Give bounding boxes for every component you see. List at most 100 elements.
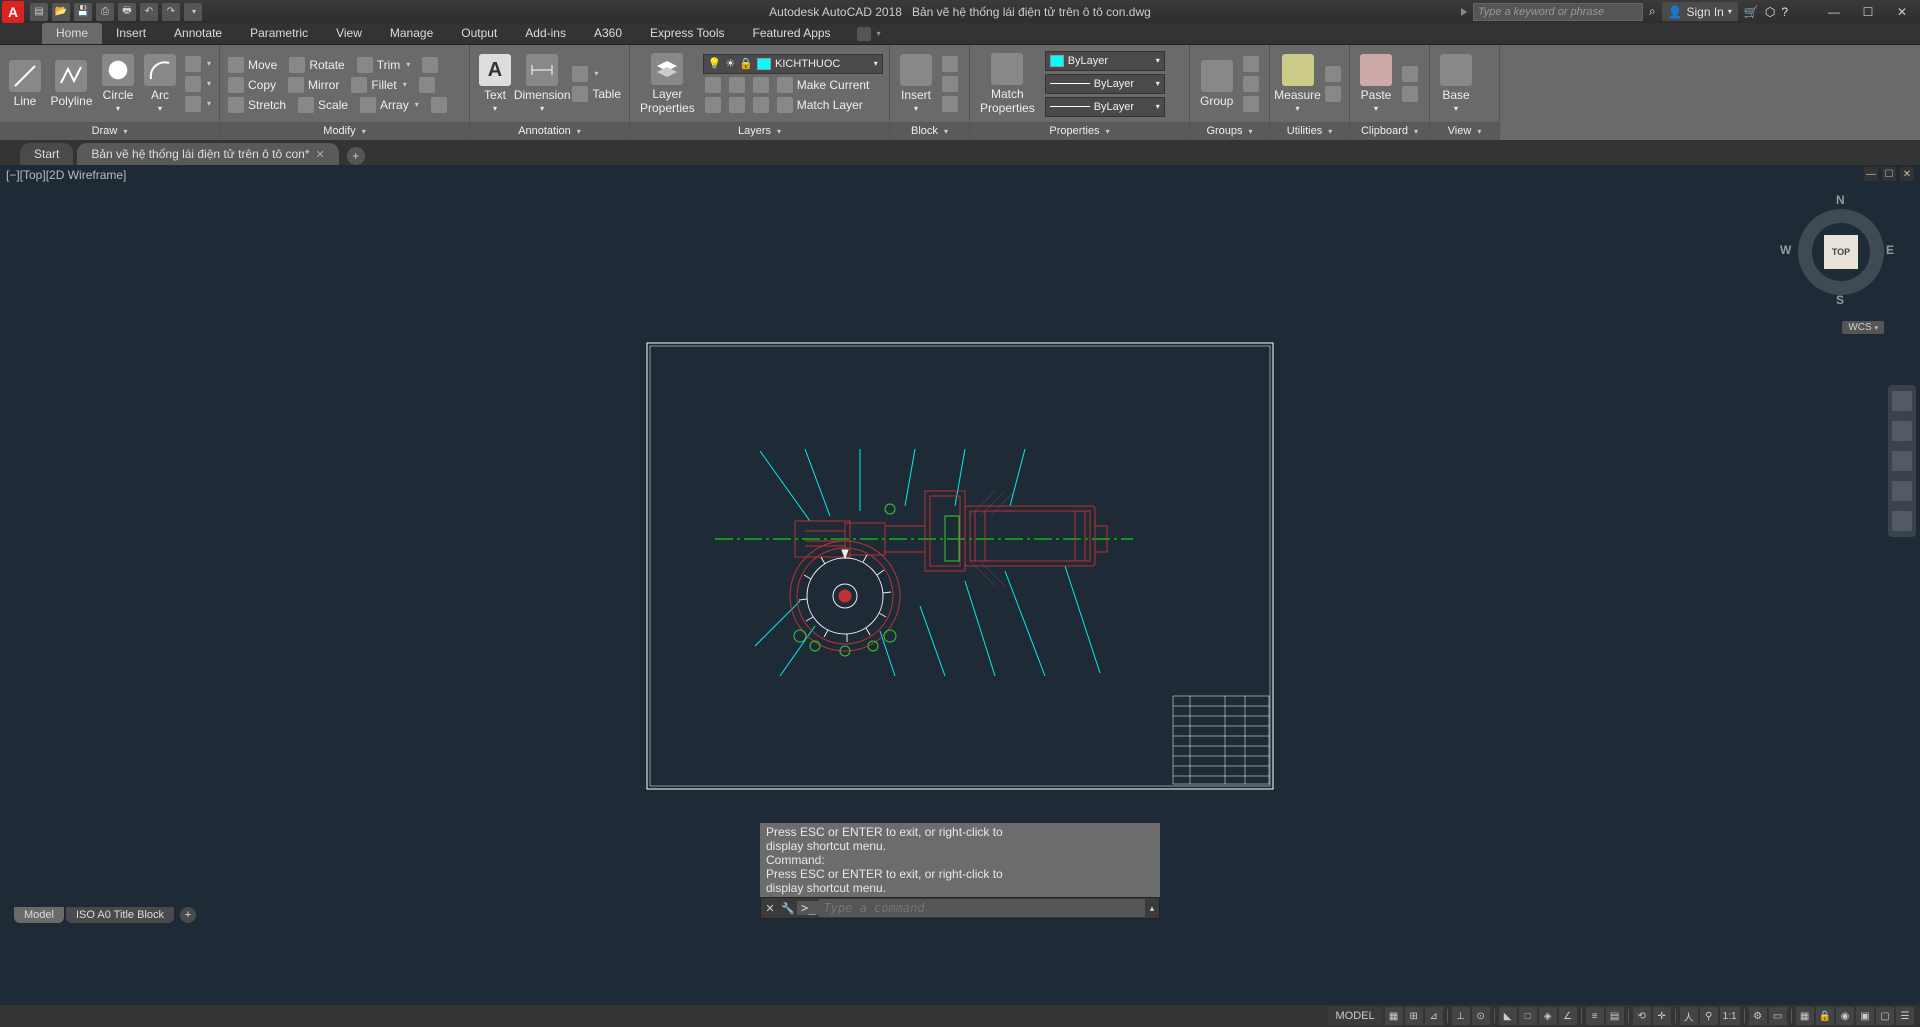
erase-button[interactable] xyxy=(420,56,440,74)
layer-tool1-button[interactable] xyxy=(703,76,723,94)
doc-tab-start[interactable]: Start xyxy=(20,143,73,165)
offset-button[interactable] xyxy=(429,96,449,114)
tab-addins[interactable]: Add-ins xyxy=(511,23,580,44)
utilities-panel-title[interactable]: Utilities xyxy=(1270,122,1349,140)
tab-express-tools[interactable]: Express Tools xyxy=(636,23,738,44)
explode-button[interactable] xyxy=(417,76,437,94)
tab-annotate[interactable]: Annotate xyxy=(160,23,236,44)
layer-tool5-button[interactable] xyxy=(727,96,747,114)
qat-customize-icon[interactable] xyxy=(184,3,202,21)
copy-clip-button[interactable] xyxy=(1400,85,1420,103)
tab-insert[interactable]: Insert xyxy=(102,23,160,44)
annotation-panel-title[interactable]: Annotation xyxy=(470,122,629,140)
status-lweight-icon[interactable]: ≡ xyxy=(1586,1007,1604,1025)
orbit-icon[interactable] xyxy=(1892,481,1912,501)
polyline-button[interactable]: Polyline xyxy=(48,58,95,110)
qat-undo-icon[interactable]: ↶ xyxy=(140,3,158,21)
status-ortho-icon[interactable]: ⊥ xyxy=(1452,1007,1470,1025)
layout-tab-iso[interactable]: ISO A0 Title Block xyxy=(66,907,174,923)
ellipse-button[interactable] xyxy=(183,75,213,93)
status-lock-icon[interactable]: 🔒 xyxy=(1816,1007,1834,1025)
rotate-button[interactable]: Rotate xyxy=(287,56,346,74)
leader-button[interactable] xyxy=(570,65,623,83)
add-doc-tab-button[interactable]: + xyxy=(347,147,365,165)
qat-saveas-icon[interactable]: ⎙ xyxy=(96,3,114,21)
copy-button[interactable]: Copy xyxy=(226,76,278,94)
layer-tool3-button[interactable] xyxy=(751,76,771,94)
tab-manage[interactable]: Manage xyxy=(376,23,447,44)
measure-button[interactable]: Measure▾ xyxy=(1276,52,1319,115)
vp-minimize-icon[interactable]: — xyxy=(1864,167,1878,181)
command-input[interactable] xyxy=(819,899,1145,917)
status-annoscale-icon[interactable]: 人 xyxy=(1680,1007,1698,1025)
status-units-icon[interactable]: ▭ xyxy=(1769,1007,1787,1025)
status-scale-label[interactable]: 1:1 xyxy=(1720,1007,1740,1025)
hatch-button[interactable] xyxy=(183,95,213,113)
color-dropdown[interactable]: ByLayer▾ xyxy=(1045,51,1165,71)
layer-tool6-button[interactable] xyxy=(751,96,771,114)
wcs-badge[interactable]: WCS ▾ xyxy=(1842,321,1884,334)
vp-maximize-icon[interactable]: ☐ xyxy=(1882,167,1896,181)
close-tab-icon[interactable]: ✕ xyxy=(316,148,325,161)
layer-tool2-button[interactable] xyxy=(727,76,747,94)
layer-dropdown[interactable]: 💡 ☀ 🔒 KICHTHUOC ▾ xyxy=(703,54,883,74)
drawing-canvas[interactable]: TOP N S E W WCS ▾ Press ESC or ENTER to … xyxy=(0,185,1920,947)
tab-parametric[interactable]: Parametric xyxy=(236,23,322,44)
layer-properties-button[interactable]: Layer Properties xyxy=(636,51,699,117)
tab-home[interactable]: Home xyxy=(42,23,102,44)
status-polar-icon[interactable]: ⊙ xyxy=(1472,1007,1490,1025)
group-edit-button[interactable] xyxy=(1241,75,1261,93)
make-current-button[interactable]: Make Current xyxy=(775,76,872,94)
select-all-button[interactable] xyxy=(1323,65,1343,83)
fillet-button[interactable]: Fillet xyxy=(349,76,408,94)
modify-panel-title[interactable]: Modify xyxy=(220,122,469,140)
group-button[interactable]: Group xyxy=(1196,58,1237,110)
qat-save-icon[interactable]: 💾 xyxy=(74,3,92,21)
view-cube[interactable]: TOP N S E W xyxy=(1786,197,1896,317)
exchange-apps-icon[interactable]: 🛒 xyxy=(1744,5,1759,19)
match-layer-button[interactable]: Match Layer xyxy=(775,96,865,114)
stretch-button[interactable]: Stretch xyxy=(226,96,288,114)
circle-button[interactable]: Circle▾ xyxy=(99,52,137,115)
linetype-dropdown[interactable]: ByLayer▾ xyxy=(1045,97,1165,117)
viewcube-top-face[interactable]: TOP xyxy=(1824,235,1858,269)
status-osnap-icon[interactable]: □ xyxy=(1519,1007,1537,1025)
status-annomonitor-icon[interactable]: ✛ xyxy=(1653,1007,1671,1025)
create-block-button[interactable] xyxy=(940,55,960,73)
arc-button[interactable]: Arc▾ xyxy=(141,52,179,115)
tab-featured-apps[interactable]: Featured Apps xyxy=(739,23,845,44)
group-bbox-button[interactable] xyxy=(1241,95,1261,113)
clipboard-panel-title[interactable]: Clipboard xyxy=(1350,122,1429,140)
help-search-input[interactable]: Type a keyword or phrase xyxy=(1473,3,1643,21)
status-snap-icon[interactable]: ⊞ xyxy=(1405,1007,1423,1025)
line-button[interactable]: Line xyxy=(6,58,44,110)
move-button[interactable]: Move xyxy=(226,56,279,74)
status-otrack-icon[interactable]: ∠ xyxy=(1559,1007,1577,1025)
tab-view[interactable]: View xyxy=(322,23,376,44)
status-customize-icon[interactable]: ☰ xyxy=(1896,1007,1914,1025)
qat-new-icon[interactable]: ▤ xyxy=(30,3,48,21)
table-button[interactable]: Table xyxy=(570,85,623,103)
status-grid-icon[interactable]: ▦ xyxy=(1385,1007,1403,1025)
mirror-button[interactable]: Mirror xyxy=(286,76,341,94)
status-workspace-icon[interactable]: ⚙ xyxy=(1749,1007,1767,1025)
edit-block-button[interactable] xyxy=(940,75,960,93)
array-button[interactable]: Array xyxy=(358,96,421,114)
match-properties-button[interactable]: Match Properties xyxy=(976,51,1039,117)
groups-panel-title[interactable]: Groups xyxy=(1190,122,1269,140)
steering-wheel-icon[interactable] xyxy=(1892,391,1912,411)
base-view-button[interactable]: Base▾ xyxy=(1436,52,1476,115)
scale-button[interactable]: Scale xyxy=(296,96,350,114)
ribbon-collapse-icon[interactable]: ▾ xyxy=(877,29,881,38)
cmd-expand-icon[interactable]: ▴ xyxy=(1145,903,1159,914)
cut-button[interactable] xyxy=(1400,65,1420,83)
pan-icon[interactable] xyxy=(1892,421,1912,441)
compass-west[interactable]: W xyxy=(1780,243,1791,257)
app-logo[interactable]: A xyxy=(2,1,24,23)
properties-panel-title[interactable]: Properties xyxy=(970,122,1189,140)
a360-icon[interactable]: ⬡ xyxy=(1765,5,1775,19)
status-clean-icon[interactable]: ▢ xyxy=(1876,1007,1894,1025)
infocenter-icon[interactable]: ⌕ xyxy=(1649,4,1656,19)
insert-block-button[interactable]: Insert▾ xyxy=(896,52,936,115)
close-button[interactable]: ✕ xyxy=(1888,2,1916,21)
